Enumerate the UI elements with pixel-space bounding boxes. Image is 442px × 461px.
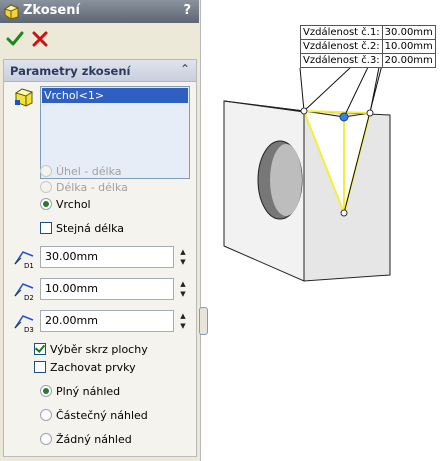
radio-vertex[interactable]: Vrchol [40, 197, 91, 213]
chamfer-icon [3, 4, 20, 20]
radio-no-preview[interactable]: Žádný náhled [40, 432, 132, 448]
vertex-icon [14, 88, 34, 107]
distance-icon: D1 [14, 251, 34, 270]
checkbox-box [34, 343, 46, 355]
distance-callout: Vzdálenost č.1: 30.00mm Vzdálenost č.2: … [300, 25, 436, 68]
spin-arrows[interactable]: ▲ ▼ [178, 311, 188, 333]
radio-full-preview[interactable]: Plný náhled [40, 384, 120, 400]
panel-resize-handle[interactable] [199, 307, 208, 335]
callout-value[interactable]: 30.00mm [381, 25, 436, 40]
radio-dot [40, 385, 52, 397]
callout-label: Vzdálenost č.3: [300, 53, 383, 68]
distance-row-2: D2 10.00mm ▲ ▼ [12, 278, 194, 302]
radio-label: Vrchol [56, 198, 91, 211]
collapse-icon[interactable]: ⌃ [180, 62, 190, 76]
checkbox-label: Stejná délka [56, 222, 125, 235]
chamfer-parameters-group: Parametry zkosení ⌃ Vrchol<1> Úhel - dél… [3, 59, 197, 457]
group-header[interactable]: Parametry zkosení ⌃ [4, 60, 196, 82]
callout-value[interactable]: 20.00mm [381, 53, 436, 68]
checkbox-label: Zachovat prvky [50, 361, 136, 374]
radio-dot [40, 409, 52, 421]
checkbox-label: Výběr skrz plochy [50, 343, 148, 356]
distance-handle[interactable] [366, 109, 374, 117]
spin-arrows[interactable]: ▲ ▼ [178, 247, 188, 269]
distance-handle[interactable] [340, 209, 348, 217]
distance-label: D3 [24, 326, 34, 334]
checkmark-icon[interactable] [6, 30, 24, 48]
distance-icon: D3 [14, 315, 34, 334]
distance-row-3: D3 20.00mm ▲ ▼ [12, 310, 194, 334]
distance-2-input[interactable]: 10.00mm [40, 278, 174, 300]
radio-label: Plný náhled [56, 385, 121, 398]
distance-label: D2 [24, 294, 34, 302]
callout-value[interactable]: 10.00mm [381, 39, 436, 54]
radio-dot [40, 433, 52, 445]
equal-length-checkbox[interactable]: Stejná délka [40, 221, 124, 237]
radio-angle-distance[interactable]: Úhel - délka [40, 164, 122, 180]
vertex-point[interactable] [339, 112, 349, 122]
property-manager: Zkosení ? Parametry zkosení ⌃ Vrchol<1> … [0, 0, 201, 461]
distance-handle[interactable] [300, 107, 308, 115]
distance-icon: D2 [14, 283, 34, 302]
hole-inner [270, 144, 302, 216]
callout-row: Vzdálenost č.2: 10.00mm [300, 39, 436, 54]
radio-dot [40, 198, 52, 210]
spin-arrows[interactable]: ▲ ▼ [178, 279, 188, 301]
keep-features-checkbox[interactable]: Zachovat prvky [34, 360, 136, 376]
title-bar: Zkosení ? [0, 0, 199, 23]
graphics-area[interactable] [210, 0, 442, 461]
panel-title: Zkosení [23, 3, 80, 18]
radio-label: Úhel - délka [56, 165, 122, 178]
callout-row: Vzdálenost č.1: 30.00mm [300, 25, 436, 40]
checkbox-box [34, 361, 46, 373]
callout-row: Vzdálenost č.3: 20.00mm [300, 53, 436, 68]
close-icon[interactable] [31, 30, 49, 48]
checkbox-box [40, 222, 52, 234]
callout-label: Vzdálenost č.2: [300, 39, 383, 54]
radio-dot [40, 181, 52, 193]
group-title: Parametry zkosení [10, 64, 131, 78]
distance-label: D1 [24, 262, 34, 270]
radio-partial-preview[interactable]: Částečný náhled [40, 408, 148, 424]
selected-vertex[interactable]: Vrchol<1> [42, 88, 188, 103]
radio-label: Žádný náhled [56, 433, 132, 446]
distance-row-1: D1 30.00mm ▲ ▼ [12, 246, 194, 270]
distance-3-input[interactable]: 20.00mm [40, 310, 174, 332]
distance-1-input[interactable]: 30.00mm [40, 246, 174, 268]
radio-distance-distance[interactable]: Délka - délka [40, 180, 128, 196]
select-through-faces-checkbox[interactable]: Výběr skrz plochy [34, 342, 148, 358]
radio-label: Délka - délka [56, 181, 128, 194]
radio-dot [40, 165, 52, 177]
help-button[interactable]: ? [183, 3, 191, 18]
radio-label: Částečný náhled [56, 409, 148, 422]
callout-label: Vzdálenost č.1: [300, 25, 383, 40]
